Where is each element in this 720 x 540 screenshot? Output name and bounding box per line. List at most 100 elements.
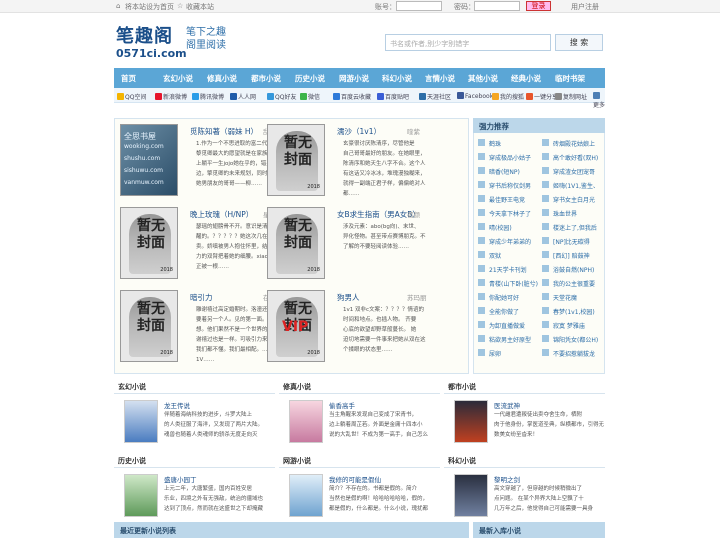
section-book-title[interactable]: 偷香高手 <box>329 400 355 410</box>
ranking-item[interactable]: 春梦(1v1,校园) <box>542 307 595 316</box>
share-item[interactable]: 更多 <box>593 92 605 109</box>
section-heading[interactable]: 都市小说 <box>448 382 476 392</box>
nav-bookshelf[interactable]: 临时书架 <box>555 73 585 84</box>
share-item[interactable]: 我的搜狐 <box>492 92 524 101</box>
section-book-cover[interactable] <box>454 474 488 517</box>
book-title[interactable]: 暗引力 <box>190 292 213 303</box>
ranking-item[interactable]: 我的公主很重要 <box>542 279 595 288</box>
nav-xuanhuan[interactable]: 玄幻小说 <box>163 73 193 84</box>
password-input[interactable] <box>474 1 520 11</box>
section-book-title[interactable]: 医流武神 <box>494 400 520 410</box>
register-link[interactable]: 用户注册 <box>571 2 599 12</box>
ranking-item[interactable]: 穿成极品小姑子 <box>478 153 531 162</box>
share-item[interactable]: 腾讯微博 <box>192 92 224 101</box>
ranking-item[interactable]: 双狱 <box>478 251 501 260</box>
book-title[interactable]: 晚上玫瑰（H/NP） <box>190 209 253 220</box>
ranking-item[interactable]: 珠血世界 <box>542 209 577 218</box>
section-heading[interactable]: 玄幻小说 <box>118 382 146 392</box>
nav-dushi[interactable]: 都市小说 <box>251 73 281 84</box>
ranking-item[interactable]: 高个敢好看(双H) <box>542 153 598 162</box>
book-author[interactable]: 蓓颜 <box>407 209 420 219</box>
ranking-item[interactable]: [西幻] 赔鼓神 <box>542 251 590 260</box>
share-item[interactable]: 人人网 <box>230 92 256 101</box>
search-input[interactable]: 书名或作者,别少字别错字 <box>385 34 551 51</box>
share-item[interactable]: Facebook <box>457 92 493 100</box>
section-heading[interactable]: 修真小说 <box>283 382 311 392</box>
ranking-item[interactable]: 尿卵 <box>478 349 501 358</box>
section-book-cover[interactable] <box>454 400 488 443</box>
section-heading[interactable]: 历史小说 <box>118 456 146 466</box>
ranking-item[interactable]: 姬嗨(1V1,鉴生、 <box>542 181 599 190</box>
section-book-cover[interactable] <box>124 400 158 443</box>
login-button[interactable]: 登录 <box>526 1 551 11</box>
section-heading[interactable]: 科幻小说 <box>448 456 476 466</box>
ranking-item[interactable]: 今天拿下林子了 <box>478 209 531 218</box>
nav-kehuan[interactable]: 科幻小说 <box>382 73 412 84</box>
ranking-item[interactable]: 青楼(山下卧(脏兮) <box>478 279 538 288</box>
section-book-title[interactable]: 我修的可能是假仙 <box>329 474 381 484</box>
ranking-item[interactable]: 你配她可好 <box>478 293 519 302</box>
nav-yanqing[interactable]: 言情小说 <box>425 73 455 84</box>
section-book-title[interactable]: 盛唐小园丁 <box>164 474 197 484</box>
book-title[interactable]: 狗男人 <box>337 292 360 303</box>
book-cover[interactable]: 暂无封面 2018 <box>120 207 178 279</box>
search-button[interactable]: 搜 索 <box>555 34 603 51</box>
rank-title: 锦阳凭女(都公H) <box>553 337 599 344</box>
ranking-item[interactable]: 不要招惹躺拔龙 <box>542 349 595 358</box>
ranking-item[interactable]: 穿成少年弟弟的 <box>478 237 531 246</box>
ranking-item[interactable]: 浴鼓自燃(NPH) <box>542 265 594 274</box>
latest-updates-title: 最近更新小说列表 <box>120 527 176 535</box>
ranking-item[interactable]: [NP]比无碳得 <box>542 237 590 246</box>
book-cover[interactable]: 暂无封面 2018 VIP <box>267 290 325 362</box>
share-item[interactable]: 天涯社区 <box>419 92 451 101</box>
ranking-item[interactable]: 粘欲男主好原型 <box>478 335 531 344</box>
ranking-item[interactable]: 暗香(短NP) <box>478 167 520 176</box>
nav-wangyou[interactable]: 网游小说 <box>339 73 369 84</box>
book-title[interactable]: 濡沙（1v1） <box>337 126 381 137</box>
share-item[interactable]: QQ空间 <box>117 92 146 101</box>
book-author[interactable]: 喹紫 <box>407 126 420 136</box>
book-cover[interactable]: 暂无封面 2018 <box>267 124 325 196</box>
nav-home[interactable]: 首页 <box>121 73 136 84</box>
nav-qita[interactable]: 其他小说 <box>468 73 498 84</box>
ranking-item[interactable]: 穿书女主白月光 <box>542 195 595 204</box>
nav-lishi[interactable]: 历史小说 <box>295 73 325 84</box>
section-book-cover[interactable] <box>289 474 323 517</box>
section-book-title[interactable]: 龙王传说 <box>164 400 190 410</box>
ranking-item[interactable]: 最佳野王电竞 <box>478 195 525 204</box>
ranking-item[interactable]: 鹤珠 <box>478 139 501 148</box>
set-homepage-link[interactable]: 将本站设为首页 <box>125 2 174 12</box>
share-item[interactable]: 百度贴吧 <box>377 92 409 101</box>
book-cover[interactable]: 全思书屋 wooking.com shushu.com sishuwu.com vanm… <box>120 124 178 196</box>
ranking-item[interactable]: 楼迷上了,但我后 <box>542 223 597 232</box>
nav-jingdian[interactable]: 经典小说 <box>511 73 541 84</box>
section-heading[interactable]: 网游小说 <box>283 456 311 466</box>
section-book-title[interactable]: 黎明之剑 <box>494 474 520 484</box>
section-book-cover[interactable] <box>289 400 323 443</box>
ranking-item[interactable]: 全能你做了 <box>478 307 519 316</box>
book-title[interactable]: 觅陈知著（弱妹 H） <box>190 126 258 137</box>
share-item[interactable]: 一键分享 <box>526 92 558 101</box>
ranking-item[interactable]: 砖烟殿花姑娘上 <box>542 139 595 148</box>
account-input[interactable] <box>396 1 442 11</box>
ranking-item[interactable]: 穿成渣女团宠哥 <box>542 167 595 176</box>
ranking-item[interactable]: 穿书后称仅剑男 <box>478 181 531 190</box>
share-item[interactable]: 百度云收藏 <box>333 92 371 101</box>
nav-xiuzhen[interactable]: 修真小说 <box>207 73 237 84</box>
bookmark-link[interactable]: 收藏本站 <box>186 2 214 12</box>
share-item[interactable]: 复制网址 <box>555 92 587 101</box>
ranking-item[interactable]: 寂寞 梦雅庙 <box>542 321 585 330</box>
share-item[interactable]: 微信 <box>300 92 320 101</box>
share-item[interactable]: 新浪微博 <box>155 92 187 101</box>
ranking-item[interactable]: 天堂花魔 <box>542 293 577 302</box>
ranking-item[interactable]: 21天学卡刊划 <box>478 265 527 274</box>
book-cover[interactable]: 暂无封面 2018 <box>120 290 178 362</box>
book-author[interactable]: 苏玛丽 <box>407 292 427 302</box>
site-logo[interactable]: 笔趣阁 0571ci.com 笔下之趣 阁里阅读 <box>114 22 244 64</box>
share-item[interactable]: QQ好友 <box>267 92 296 101</box>
section-book-cover[interactable] <box>124 474 158 517</box>
book-cover[interactable]: 暂无封面 2018 <box>267 207 325 279</box>
ranking-item[interactable]: 锦阳凭女(都公H) <box>542 335 598 344</box>
ranking-item[interactable]: 晴(校园) <box>478 223 512 232</box>
ranking-item[interactable]: 为卸直播做爱 <box>478 321 525 330</box>
